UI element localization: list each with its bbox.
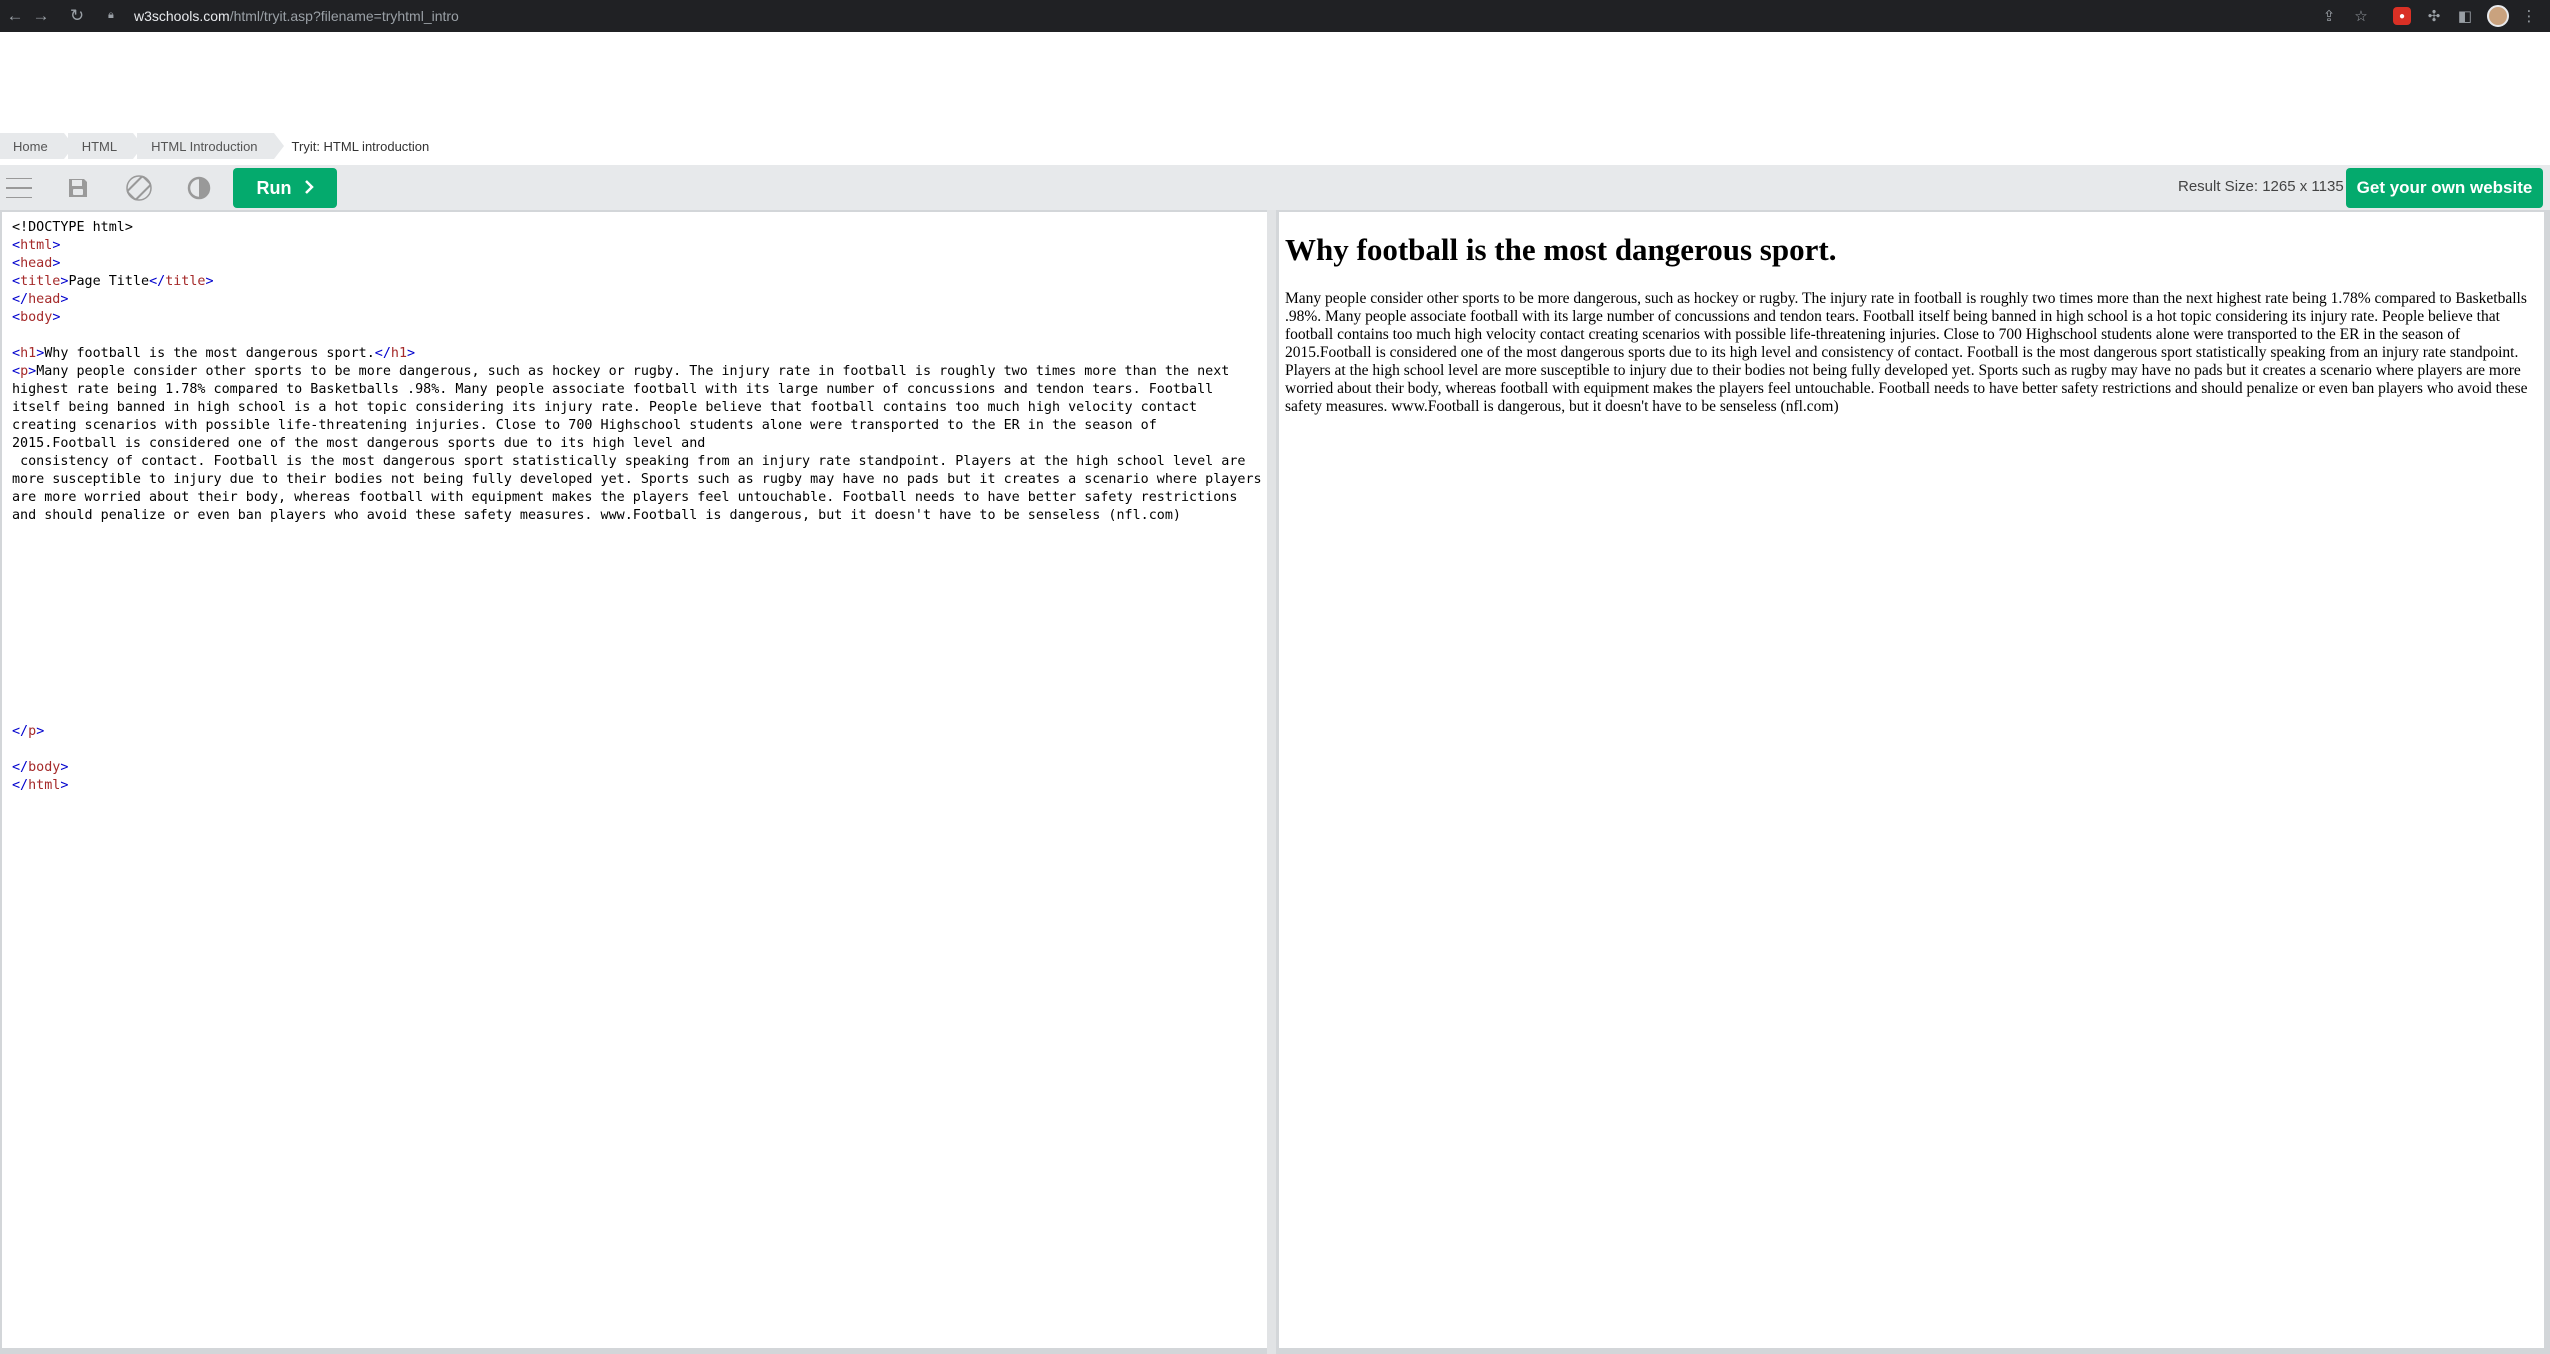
code-line: ​ <box>12 687 1262 705</box>
code-line: ​ <box>12 561 1262 579</box>
tryit-toolbar: Run Result Size: 1265 x 1135 Get your ow… <box>0 165 2550 210</box>
profile-avatar[interactable] <box>2487 5 2509 27</box>
url-host: w3schools.com <box>134 8 230 24</box>
breadcrumb-home[interactable]: Home <box>0 133 74 159</box>
code-line: ​ <box>12 615 1262 633</box>
code-line: consistency of contact. Football is the … <box>12 454 1262 523</box>
chevron-right-icon <box>304 178 314 199</box>
code-line: ​ <box>12 327 1262 345</box>
code-editor[interactable]: <!DOCTYPE html> <html> <head> <title>Page T… <box>2 212 1267 1348</box>
code-line: <head> <box>12 256 61 271</box>
side-panel-icon[interactable]: ◧ <box>2454 5 2476 27</box>
code-line: ​ <box>12 597 1262 615</box>
code-line: <p>Many people consider other sports to … <box>12 364 1238 451</box>
breadcrumb-label: HTML Introduction <box>151 138 258 154</box>
run-button[interactable]: Run <box>233 168 337 208</box>
browser-toolbar: ← → ↻ 🔒︎ w3schools.com/html/tryit.asp?fi… <box>0 0 2550 32</box>
workspace: <!DOCTYPE html> <html> <head> <title>Page T… <box>0 210 2550 1354</box>
reload-icon[interactable]: ↻ <box>66 5 88 27</box>
code-line: ​ <box>12 633 1262 651</box>
code-line: <body> <box>12 310 61 325</box>
code-line: </head> <box>12 292 69 307</box>
breadcrumb-html-introduction[interactable]: HTML Introduction <box>137 133 285 159</box>
share-icon[interactable]: ⇪ <box>2318 5 2340 27</box>
breadcrumb-label: Tryit: HTML introduction <box>291 138 430 154</box>
code-line: <!DOCTYPE html> <box>12 220 133 235</box>
code-line: ​ <box>12 741 1262 759</box>
code-editor-content[interactable]: <!DOCTYPE html> <html> <head> <title>Page T… <box>12 219 1262 795</box>
code-line: ​ <box>12 705 1262 723</box>
back-icon[interactable]: ← <box>4 5 26 27</box>
breadcrumb-html[interactable]: HTML <box>67 133 144 159</box>
breadcrumb: Home HTML HTML Introduction Tryit: HTML … <box>0 133 449 159</box>
code-line: <title>Page Title</title> <box>12 274 214 289</box>
breadcrumb-label: Home <box>13 138 48 154</box>
result-heading: Why football is the most dangerous sport… <box>1285 232 1837 267</box>
star-icon[interactable]: ☆ <box>2350 5 2372 27</box>
result-size-label: Result Size: 1265 x 1135 <box>2178 178 2344 195</box>
breadcrumb-current: Tryit: HTML introduction <box>278 133 446 159</box>
code-line: <html> <box>12 238 61 253</box>
code-line: ​ <box>12 543 1262 561</box>
result-paragraph: Many people consider other sports to be … <box>1285 290 2528 415</box>
hamburger-menu-icon[interactable] <box>5 174 33 202</box>
breadcrumb-label: HTML <box>81 138 118 154</box>
lock-icon: 🔒︎ <box>108 9 114 21</box>
code-line: </html> <box>12 778 69 793</box>
result-frame: Why football is the most dangerous sport… <box>1279 212 2544 1348</box>
code-line: </body> <box>12 760 69 775</box>
code-line: ​ <box>12 525 1262 543</box>
url-path: /html/tryit.asp?filename=tryhtml_intro <box>229 8 459 24</box>
code-line: ​ <box>12 579 1262 597</box>
address-bar[interactable]: 🔒︎ w3schools.com/html/tryit.asp?filename… <box>108 4 2388 28</box>
code-line: ​ <box>12 651 1262 669</box>
menu-kebab-icon[interactable]: ⋮ <box>2518 5 2540 27</box>
rotate-orientation-icon[interactable] <box>125 174 153 202</box>
code-line: </p> <box>12 724 45 739</box>
code-line: <h1>Why football is the most dangerous s… <box>12 346 416 361</box>
panel-divider-handle[interactable] <box>1267 210 1276 1354</box>
code-line: ​ <box>12 669 1262 687</box>
save-icon[interactable] <box>64 174 92 202</box>
run-button-label: Run <box>256 177 292 198</box>
extension-red-icon[interactable]: ● <box>2391 5 2413 27</box>
forward-icon[interactable]: → <box>30 5 52 27</box>
extensions-icon[interactable]: ✣ <box>2423 5 2445 27</box>
theme-contrast-icon[interactable] <box>185 174 213 202</box>
get-your-own-website-button[interactable]: Get your own website <box>2346 168 2543 208</box>
